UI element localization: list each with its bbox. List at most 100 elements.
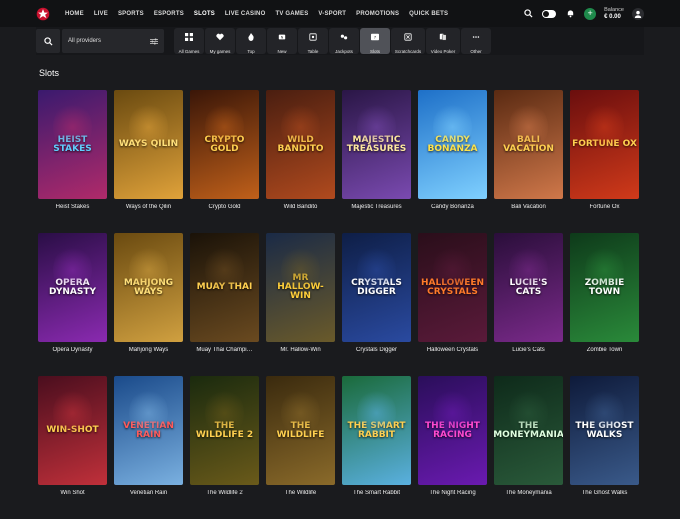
game-card[interactable]: CRYPTO GOLD Crypto Gold [190,90,259,233]
game-thumbnail[interactable]: THE SMART RABBIT [342,376,411,485]
nav-item-live-casino[interactable]: LIVE CASINO [220,11,271,17]
game-card[interactable]: THE NIGHT RACING The Night Racing [418,376,487,519]
search-icon[interactable] [522,8,534,20]
game-card[interactable]: HEIST STAKES Heist Stakes [38,90,107,233]
provider-select[interactable]: All providers [62,29,164,53]
nav-item-promotions[interactable]: PROMOTIONS [351,11,404,17]
game-thumbnail[interactable]: MAHJONG WAYS [114,233,183,342]
game-card[interactable]: OPERA DYNASTY Opera Dynasty [38,233,107,376]
game-thumbnail[interactable]: THE WILDLIFE [266,376,335,485]
game-card[interactable]: WILD BANDITO Wild Bandito [266,90,335,233]
game-thumbnail[interactable]: MR HALLOW-WIN [266,233,335,342]
deposit-button[interactable]: + [584,7,597,20]
category-tab-table[interactable]: Table [298,28,328,54]
game-thumbnail[interactable]: CRYSTALS DIGGER [342,233,411,342]
user-icon[interactable] [632,7,644,20]
nav-item-tv-games[interactable]: TV GAMES [270,11,313,17]
category-tab-video-poker[interactable]: Video Poker [426,28,460,54]
game-title[interactable]: Majestic Treasures [342,204,411,210]
game-card[interactable]: MR HALLOW-WIN Mr. Hallow-Win [266,233,335,376]
game-thumbnail[interactable]: WILD BANDITO [266,90,335,199]
game-card[interactable]: THE MONEYMANIA The Moneymania [494,376,563,519]
game-card[interactable]: HALLOWEEN CRYSTALS Halloween Crystals [418,233,487,376]
game-card[interactable]: THE GHOST WALKS The Ghost Walks [570,376,639,519]
game-card[interactable]: THE WILDLIFE 2 The Wildlife 2 [190,376,259,519]
game-title[interactable]: Crystals Digger [342,347,411,353]
nav-item-live[interactable]: LIVE [89,11,113,17]
game-card[interactable]: MAJESTIC TREASURES Majestic Treasures [342,90,411,233]
game-card[interactable]: CRYSTALS DIGGER Crystals Digger [342,233,411,376]
nav-item-v-sport[interactable]: V-SPORT [313,11,351,17]
theme-toggle[interactable] [542,9,557,18]
game-card[interactable]: WAYS QILIN Ways of the Qilin [114,90,183,233]
game-title[interactable]: The Wildlife 2 [190,490,259,496]
game-thumbnail[interactable]: HALLOWEEN CRYSTALS [418,233,487,342]
game-title[interactable]: Mahjong Ways [114,347,183,353]
category-tab-slots[interactable]: 7 Slots [360,28,390,54]
game-thumbnail[interactable]: THE GHOST WALKS [570,376,639,485]
game-title[interactable]: Muay Thai Champi… [190,347,259,353]
game-title[interactable]: Fortune Ox [570,204,639,210]
game-title[interactable]: Lucie's Cats [494,347,563,353]
category-tab-top[interactable]: Top [236,28,266,54]
nav-item-quick-bets[interactable]: QUICK BETS [404,11,453,17]
nav-item-sports[interactable]: SPORTS [113,11,149,17]
nav-item-home[interactable]: HOME [60,11,89,17]
game-title[interactable]: The Ghost Walks [570,490,639,496]
game-card[interactable]: BALI VACATION Bali Vacation [494,90,563,233]
game-thumbnail[interactable]: THE NIGHT RACING [418,376,487,485]
game-card[interactable]: LUCIE'S CATS Lucie's Cats [494,233,563,376]
game-title[interactable]: The Moneymania [494,490,563,496]
game-thumbnail[interactable]: MAJESTIC TREASURES [342,90,411,199]
game-title[interactable]: Win Shot [38,490,107,496]
category-tab-new[interactable]: N New [267,28,297,54]
game-thumbnail[interactable]: HEIST STAKES [38,90,107,199]
game-thumbnail[interactable]: FORTUNE OX [570,90,639,199]
brand-logo-icon[interactable] [36,7,50,21]
game-title[interactable]: Heist Stakes [38,204,107,210]
game-title[interactable]: Crypto Gold [190,204,259,210]
game-thumbnail[interactable]: BALI VACATION [494,90,563,199]
game-search-button[interactable] [36,29,60,53]
game-thumbnail[interactable]: CANDY BONANZA [418,90,487,199]
game-thumbnail[interactable]: THE WILDLIFE 2 [190,376,259,485]
game-title[interactable]: Opera Dynasty [38,347,107,353]
game-thumbnail[interactable]: LUCIE'S CATS [494,233,563,342]
game-title[interactable]: Zombie Town [570,347,639,353]
bell-icon[interactable] [564,8,576,20]
game-card[interactable]: THE SMART RABBIT The Smart Rabbit [342,376,411,519]
game-thumbnail[interactable]: OPERA DYNASTY [38,233,107,342]
nav-item-esports[interactable]: ESPORTS [149,11,189,17]
game-thumbnail[interactable]: WAYS QILIN [114,90,183,199]
game-title[interactable]: Bali Vacation [494,204,563,210]
game-title[interactable]: Wild Bandito [266,204,335,210]
balance-display[interactable]: Balance € 0.00 [604,7,624,21]
game-title[interactable]: Ways of the Qilin [114,204,183,210]
game-card[interactable]: MUAY THAI Muay Thai Champi… [190,233,259,376]
game-card[interactable]: CANDY BONANZA Candy Bonanza [418,90,487,233]
game-title[interactable]: Venetian Rain [114,490,183,496]
game-card[interactable]: VENETIAN RAIN Venetian Rain [114,376,183,519]
game-card[interactable]: THE WILDLIFE The Wildlife [266,376,335,519]
game-title[interactable]: Candy Bonanza [418,204,487,210]
game-card[interactable]: MAHJONG WAYS Mahjong Ways [114,233,183,376]
game-title[interactable]: The Night Racing [418,490,487,496]
game-thumbnail[interactable]: MUAY THAI [190,233,259,342]
game-thumbnail[interactable]: ZOMBIE TOWN [570,233,639,342]
game-thumbnail[interactable]: WIN-SHOT [38,376,107,485]
game-title[interactable]: Halloween Crystals [418,347,487,353]
game-card[interactable]: FORTUNE OX Fortune Ox [570,90,639,233]
category-tab-all-games[interactable]: All Games [174,28,204,54]
game-card[interactable]: WIN-SHOT Win Shot [38,376,107,519]
game-thumbnail[interactable]: THE MONEYMANIA [494,376,563,485]
category-tab-other[interactable]: Other [461,28,491,54]
game-title[interactable]: The Wildlife [266,490,335,496]
category-tab-jackpots[interactable]: Jackpots [329,28,359,54]
nav-item-slots[interactable]: SLOTS [189,11,220,17]
game-thumbnail[interactable]: CRYPTO GOLD [190,90,259,199]
category-tab-my-games[interactable]: My games [205,28,235,54]
game-card[interactable]: ZOMBIE TOWN Zombie Town [570,233,639,376]
category-tab-scratchcards[interactable]: Scratchcards [391,28,425,54]
game-title[interactable]: Mr. Hallow-Win [266,347,335,353]
game-thumbnail[interactable]: VENETIAN RAIN [114,376,183,485]
